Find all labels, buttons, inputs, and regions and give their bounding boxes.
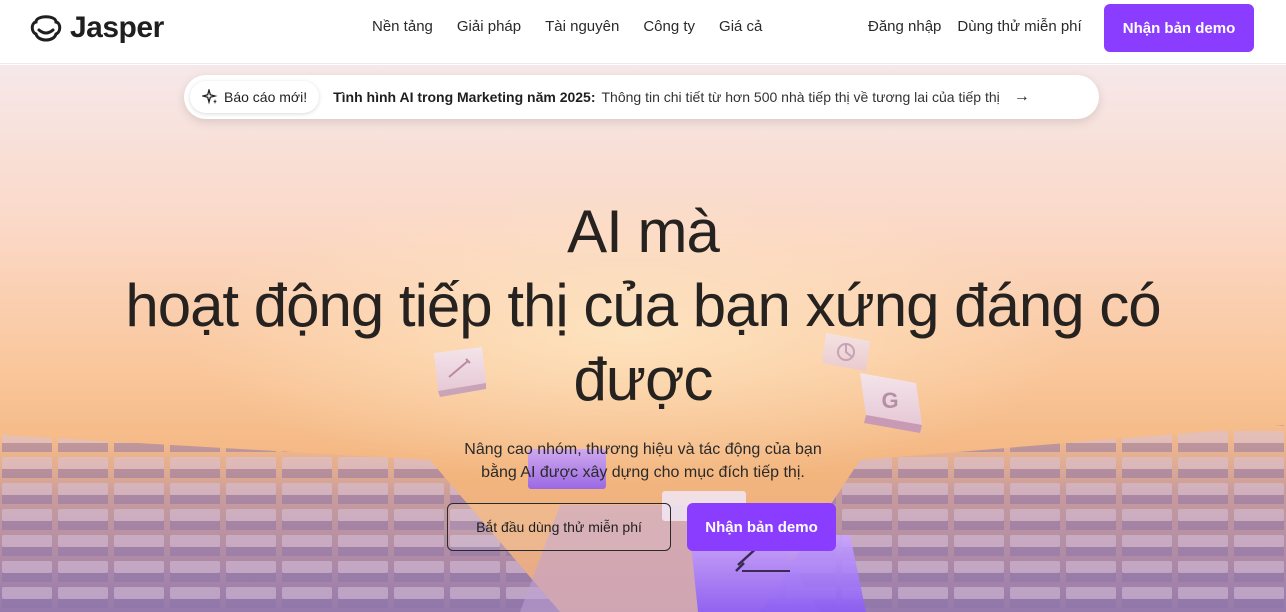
jasper-face-icon [30,15,62,42]
arrow-right-icon: → [1013,88,1030,105]
nav-item-solutions[interactable]: Giải pháp [457,18,521,35]
announcement-title: Tình hình AI trong Marketing năm 2025: [333,89,596,105]
nav-item-pricing[interactable]: Giá cả [719,18,762,35]
hero-section: G Báo cáo mới! Tình hình AI trong Market… [0,65,1286,612]
hero-headline: AI mà hoạt động tiếp thị của bạn xứng đá… [40,195,1246,417]
hero-subheadline: Nâng cao nhóm, thương hiệu và tác động c… [393,438,893,484]
login-link[interactable]: Đăng nhập [868,18,941,35]
sparkle-icon [202,89,218,105]
hero-headline-line-1: AI mà [567,198,720,265]
hero-sub-line-1: Nâng cao nhóm, thương hiệu và tác động c… [464,441,822,458]
hero-sub-line-2: bằng AI được xây dựng cho mục đích tiếp … [481,464,805,481]
hero-headline-line-2: hoạt động tiếp thị của bạn xứng đáng có [125,272,1161,339]
hero-get-demo-button[interactable]: Nhận bản demo [687,503,836,551]
jasper-logo[interactable]: Jasper [28,10,164,46]
nav-item-resources[interactable]: Tài nguyên [545,18,619,35]
nav-item-company[interactable]: Công ty [643,18,695,35]
hero-headline-line-3: được [573,346,714,413]
announcement-tag: Báo cáo mới! [190,81,320,113]
free-trial-link[interactable]: Dùng thử miễn phí [957,18,1081,35]
announcement-banner[interactable]: Báo cáo mới! Tình hình AI trong Marketin… [184,75,1099,119]
start-free-trial-button[interactable]: Bắt đầu dùng thử miễn phí [447,503,671,551]
brand-name: Jasper [70,11,164,44]
announcement-description: Thông tin chi tiết từ hơn 500 nhà tiếp t… [601,89,1000,105]
announcement-tag-label: Báo cáo mới! [224,89,308,105]
hero-cta-row: Bắt đầu dùng thử miễn phí Nhận bản demo [447,503,836,551]
nav-account-links: Đăng nhập Dùng thử miễn phí [868,18,1082,35]
nav-item-platform[interactable]: Nền tảng [372,18,433,35]
top-nav: Jasper Nền tảng Giải pháp Tài nguyên Côn… [0,0,1286,64]
get-demo-button[interactable]: Nhận bản demo [1104,4,1254,52]
nav-links: Nền tảng Giải pháp Tài nguyên Công ty Gi… [372,18,762,35]
